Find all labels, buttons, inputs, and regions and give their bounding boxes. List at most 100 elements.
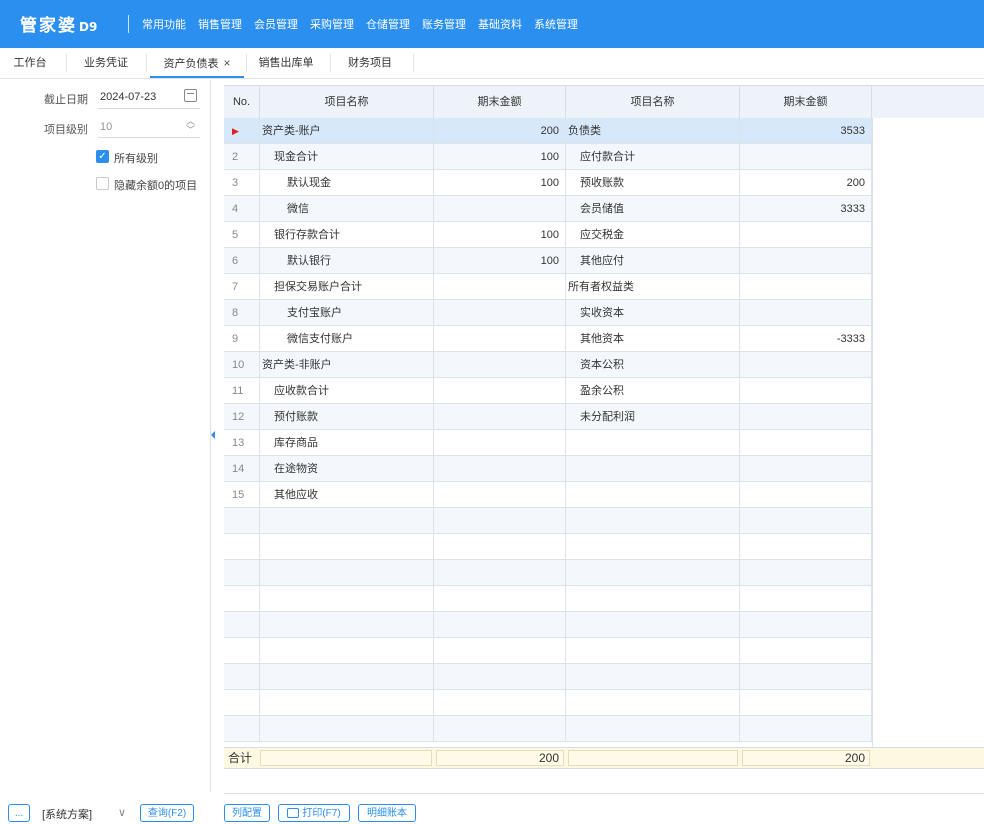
asset-item-name: 资产类-非账户 (260, 352, 434, 378)
level-input[interactable]: 10 (100, 121, 112, 133)
asset-amount (434, 300, 566, 326)
table-row[interactable] (224, 690, 872, 716)
asset-item-name: 微信 (260, 196, 434, 222)
liability-item-name: 应付款合计 (566, 144, 740, 170)
close-icon[interactable]: × (223, 56, 230, 70)
asset-amount (434, 612, 566, 638)
table-row[interactable] (224, 586, 872, 612)
liability-item-name (566, 586, 740, 612)
menu-item-common[interactable]: 常用功能 (142, 16, 186, 32)
liability-item-name: 预收账款 (566, 170, 740, 196)
row-number: 15 (224, 482, 260, 508)
table-row[interactable] (224, 664, 872, 690)
asset-amount (434, 352, 566, 378)
row-number: 7 (224, 274, 260, 300)
more-options-button[interactable]: ... (8, 804, 30, 822)
table-row[interactable]: 14 在途物资 (224, 456, 872, 482)
footer-amount-right: 200 (742, 750, 870, 766)
tab-bar: 工作台 业务凭证 资产负债表 × 销售出库单 财务项目 (0, 48, 984, 79)
calendar-icon[interactable] (184, 89, 197, 102)
menu-item-system[interactable]: 系统管理 (534, 16, 578, 32)
table-row[interactable] (224, 560, 872, 586)
all-levels-checkbox[interactable]: ✓ (96, 150, 109, 163)
table-row[interactable]: 12 预付账款 未分配利润 (224, 404, 872, 430)
tab-balance-sheet[interactable]: 资产负债表 × (150, 48, 244, 78)
header-item-name-right[interactable]: 项目名称 (566, 86, 740, 118)
column-config-button[interactable]: 列配置 (224, 804, 270, 822)
liability-item-name (566, 612, 740, 638)
liability-amount: 3533 (740, 118, 872, 144)
tab-divider (246, 54, 247, 72)
end-date-input[interactable]: 2024-07-23 (100, 91, 156, 103)
liability-amount (740, 560, 872, 586)
spinner-down-icon[interactable]: ﹀ (186, 126, 195, 135)
menu-item-members[interactable]: 会员管理 (254, 16, 298, 32)
header-amount-right[interactable]: 期末金额 (740, 86, 872, 118)
footer-amount-left: 200 (436, 750, 564, 766)
scheme-select[interactable]: [系统方案] (42, 806, 92, 822)
asset-amount (434, 586, 566, 612)
asset-amount (434, 196, 566, 222)
asset-item-name: 应收款合计 (260, 378, 434, 404)
asset-amount (434, 508, 566, 534)
asset-amount (434, 560, 566, 586)
collapse-arrow-icon[interactable] (211, 431, 215, 439)
table-row[interactable]: 9 微信支付账户 其他资本 -3333 (224, 326, 872, 352)
liability-amount (740, 586, 872, 612)
table-row[interactable]: 6 默认银行 100 其他应付 (224, 248, 872, 274)
liability-amount (740, 404, 872, 430)
table-row[interactable]: 7 担保交易账户合计 所有者权益类 (224, 274, 872, 300)
hide-zero-checkbox[interactable] (96, 177, 109, 190)
table-row[interactable] (224, 508, 872, 534)
chevron-down-icon[interactable]: ∨ (118, 806, 126, 819)
liability-amount (740, 482, 872, 508)
header-no[interactable]: No. (224, 86, 260, 118)
table-row[interactable]: 2 现金合计 100 应付款合计 (224, 144, 872, 170)
liability-amount: 200 (740, 170, 872, 196)
header-item-name-left[interactable]: 项目名称 (260, 86, 434, 118)
tab-business-voucher[interactable]: 业务凭证 (80, 48, 132, 78)
footer-total-label: 合计 (228, 751, 253, 765)
tab-label: 财务项目 (348, 57, 392, 69)
liability-amount (740, 430, 872, 456)
table-row[interactable] (224, 716, 872, 742)
liability-item-name: 盈余公积 (566, 378, 740, 404)
table-row[interactable]: 8 支付宝账户 实收资本 (224, 300, 872, 326)
liability-item-name: 实收资本 (566, 300, 740, 326)
table-row[interactable] (224, 534, 872, 560)
table-row[interactable] (224, 612, 872, 638)
tab-finance-items[interactable]: 财务项目 (340, 48, 400, 78)
level-label: 项目级别 (44, 124, 88, 136)
menu-item-accounts[interactable]: 账务管理 (422, 16, 466, 32)
print-button[interactable]: 打印(F7) (278, 804, 350, 822)
table-row[interactable]: 5 银行存款合计 100 应交税金 (224, 222, 872, 248)
hide-zero-label: 隐藏余额0的项目 (114, 180, 198, 192)
liability-item-name (566, 430, 740, 456)
table-row[interactable]: 11 应收款合计 盈余公积 (224, 378, 872, 404)
detail-ledger-button[interactable]: 明细账本 (358, 804, 416, 822)
asset-item-name: 预付账款 (260, 404, 434, 430)
printer-icon (287, 808, 300, 819)
liability-item-name (566, 690, 740, 716)
table-row[interactable]: ▶ 资产类-账户 200 负债类 3533 (224, 118, 872, 144)
spinner-up-icon[interactable]: ︿ (186, 117, 195, 126)
table-row[interactable] (224, 638, 872, 664)
asset-item-name (260, 508, 434, 534)
menu-item-sales[interactable]: 销售管理 (198, 16, 242, 32)
row-number: 10 (224, 352, 260, 378)
row-number (224, 716, 260, 742)
table-row[interactable]: 3 默认现金 100 预收账款 200 (224, 170, 872, 196)
menu-item-basic-data[interactable]: 基础资料 (478, 16, 522, 32)
tab-workbench[interactable]: 工作台 (10, 48, 50, 78)
menu-item-warehouse[interactable]: 仓储管理 (366, 16, 410, 32)
header-amount-left[interactable]: 期末金额 (434, 86, 566, 118)
table-row[interactable]: 15 其他应收 (224, 482, 872, 508)
tab-sales-outbound[interactable]: 销售出库单 (256, 48, 316, 78)
menu-item-purchase[interactable]: 采购管理 (310, 16, 354, 32)
table-row[interactable]: 4 微信 会员储值 3333 (224, 196, 872, 222)
query-button[interactable]: 查询(F2) (140, 804, 194, 822)
table-row[interactable]: 10 资产类-非账户 资本公积 (224, 352, 872, 378)
liability-amount (740, 144, 872, 170)
row-number (224, 638, 260, 664)
table-row[interactable]: 13 库存商品 (224, 430, 872, 456)
